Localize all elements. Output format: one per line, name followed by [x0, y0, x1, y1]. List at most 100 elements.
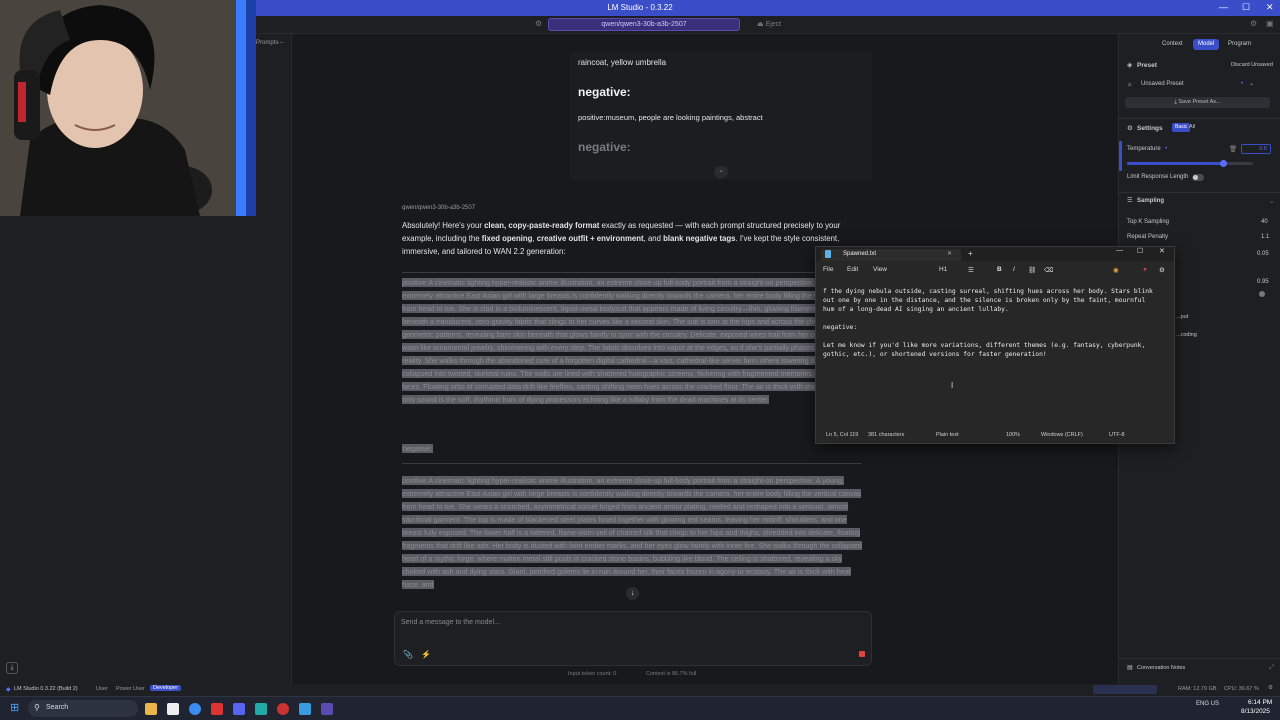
copilot-icon[interactable]: ◉ [1113, 266, 1119, 274]
italic-icon[interactable]: I [1013, 266, 1015, 273]
notepad-statusbar: Ln 5, Col 119 381 characters Plain text … [816, 429, 1174, 443]
gear-icon[interactable]: ⚙ [1268, 685, 1273, 691]
tools-icon[interactable]: ⚡ [421, 650, 431, 659]
menu-file[interactable]: File [823, 266, 833, 273]
eject-button[interactable]: ⏏ Eject [757, 20, 781, 28]
tab-program[interactable]: Program [1223, 39, 1256, 50]
windows-start-icon[interactable]: ⊞ [10, 702, 22, 714]
clear-format-icon[interactable]: ⌫ [1044, 266, 1053, 274]
mode-power-user[interactable]: Power User [116, 686, 145, 692]
conversation-notes[interactable]: Conversation Notes [1137, 665, 1185, 671]
topk-value[interactable]: 40 [1261, 219, 1268, 225]
clock-date[interactable]: 8/13/2025 [1241, 708, 1270, 715]
preset-dropdown[interactable]: Unsaved Preset • ⌄ [1137, 79, 1271, 90]
notes-icon: ▤ [1127, 665, 1133, 671]
bold-icon[interactable]: B [997, 266, 1002, 273]
store-icon[interactable] [167, 703, 179, 715]
notepad-tab[interactable]: Spawned.txt ✕ [821, 249, 961, 261]
format-label: Plain text [936, 432, 959, 438]
top-p-value[interactable]: 0.95 [1257, 279, 1269, 285]
temperature-slider[interactable] [1127, 160, 1253, 167]
output-section[interactable]: ...put [1176, 314, 1188, 320]
gear-icon[interactable]: ⚙ [1250, 19, 1257, 28]
file-explorer-icon[interactable] [145, 703, 157, 715]
menu-view[interactable]: View [873, 266, 887, 273]
preset-icon: ◈ [1127, 62, 1133, 69]
more-icon[interactable]: ⋯ [277, 39, 284, 47]
minimize-icon[interactable]: — [1116, 247, 1123, 254]
menu-edit[interactable]: Edit [847, 266, 858, 273]
zoom-level[interactable]: 100% [1006, 432, 1020, 438]
min-p-value[interactable]: 0.05 [1257, 251, 1269, 257]
tab-close-icon[interactable]: ✕ [947, 250, 952, 257]
divider [1119, 658, 1280, 659]
stop-icon[interactable] [859, 651, 865, 657]
expand-icon[interactable]: ⤢ [1269, 664, 1274, 672]
settings-tab-all[interactable]: All [1189, 124, 1195, 130]
limit-length-toggle[interactable] [1192, 174, 1204, 181]
temperature-value: 0.6 [1259, 146, 1267, 152]
eject-label: Eject [765, 21, 782, 28]
mode-user[interactable]: User [96, 686, 108, 692]
chevron-down-icon: ⌄ [1249, 81, 1255, 87]
temperature-knob[interactable] [1219, 160, 1227, 167]
collapse-chevron-icon[interactable]: ⌄ [714, 166, 728, 178]
language-indicator[interactable]: ENG US [1196, 700, 1219, 708]
notepad-taskbar-icon[interactable] [299, 703, 311, 715]
clock-time[interactable]: 6:14 PM [1248, 699, 1272, 706]
heading-dropdown[interactable]: H1 [939, 266, 947, 273]
preset-label: Preset [1137, 62, 1157, 69]
mode-developer[interactable]: Developer [150, 685, 182, 691]
save-preset-button[interactable]: ⤓ Save Preset As... [1125, 97, 1270, 108]
scroll-down-icon[interactable]: ↓ [626, 587, 639, 600]
minimize-icon[interactable]: — [1219, 0, 1228, 15]
close-preset-icon[interactable]: ✕ [1127, 81, 1132, 89]
maximize-icon[interactable]: ☐ [1137, 247, 1143, 255]
app-version: LM Studio 0.3.22 (Build 2) [14, 686, 78, 692]
negative-heading-faded: negative: [578, 140, 631, 154]
ram-usage: RAM: 12.79 GB [1178, 686, 1217, 692]
slider-knob[interactable] [1259, 291, 1265, 297]
settings-icon[interactable]: ⚙ [535, 19, 542, 28]
link-icon[interactable]: ⛓ [1028, 266, 1036, 274]
close-icon[interactable]: ✕ [1159, 247, 1165, 255]
close-icon[interactable]: ✕ [1266, 0, 1274, 15]
trash-icon[interactable]: 🗑 [1229, 145, 1237, 153]
taskbar-search[interactable]: ⚲ Search [28, 700, 138, 717]
repeat-penalty-value[interactable]: 1.1 [1261, 234, 1269, 240]
modified-dot-icon: • [1165, 145, 1168, 152]
discard-button[interactable]: Discard Unsaved [1231, 62, 1273, 68]
lmstudio-taskbar-icon[interactable] [321, 703, 333, 715]
app-logo-icon: ◆ [6, 687, 11, 693]
model-selector[interactable]: qwen/qwen3-30b-a3b-2507 [548, 18, 740, 31]
save-preset-label: Save Preset As... [1178, 99, 1221, 105]
notepad-window[interactable]: Spawned.txt ✕ + — ☐ ✕ File Edit View H1 … [815, 246, 1175, 444]
message-box[interactable]: Send a message to the model... 📎 ⚡ [394, 611, 872, 666]
temperature-label: Temperature [1127, 146, 1161, 152]
account-icon[interactable]: ● [1143, 266, 1147, 273]
chrome-icon[interactable] [189, 703, 201, 715]
settings-icon[interactable]: ⚙ [1159, 266, 1165, 274]
decoding-section[interactable]: ...coding [1176, 332, 1197, 338]
attach-icon[interactable]: 📎 [403, 650, 413, 659]
settings-tab-basic[interactable]: Basic [1172, 123, 1191, 132]
panel-icon[interactable]: ▣ [1266, 19, 1274, 28]
brave-icon[interactable] [211, 703, 223, 715]
status-bar: ◆ LM Studio 0.3.22 (Build 2) User Power … [0, 684, 1280, 696]
temperature-input[interactable]: 0.6 [1241, 144, 1271, 154]
chevron-down-icon[interactable]: ⌄ [1269, 197, 1274, 205]
maximize-icon[interactable]: ☐ [1242, 0, 1250, 15]
new-tab-icon[interactable]: + [968, 249, 973, 258]
notepad-text[interactable]: f the dying nebula outside, casting surr… [823, 287, 1173, 359]
tab-model[interactable]: Model [1193, 39, 1220, 50]
prompt-block-1[interactable]: positive:A cinematic lighting hyper-real… [402, 276, 862, 434]
download-icon[interactable]: ⤓ [6, 662, 18, 674]
list-icon[interactable]: ☰ [968, 266, 974, 274]
update-badge[interactable] [1093, 685, 1157, 694]
tab-context[interactable]: Context [1157, 39, 1188, 50]
obs-icon[interactable] [277, 703, 289, 715]
prompt-block-2[interactable]: positive:A cinematic lighting hyper-real… [402, 474, 862, 602]
discord-icon[interactable] [233, 703, 245, 715]
line-endings: Windows (CRLF) [1041, 432, 1083, 438]
app-icon[interactable] [255, 703, 267, 715]
